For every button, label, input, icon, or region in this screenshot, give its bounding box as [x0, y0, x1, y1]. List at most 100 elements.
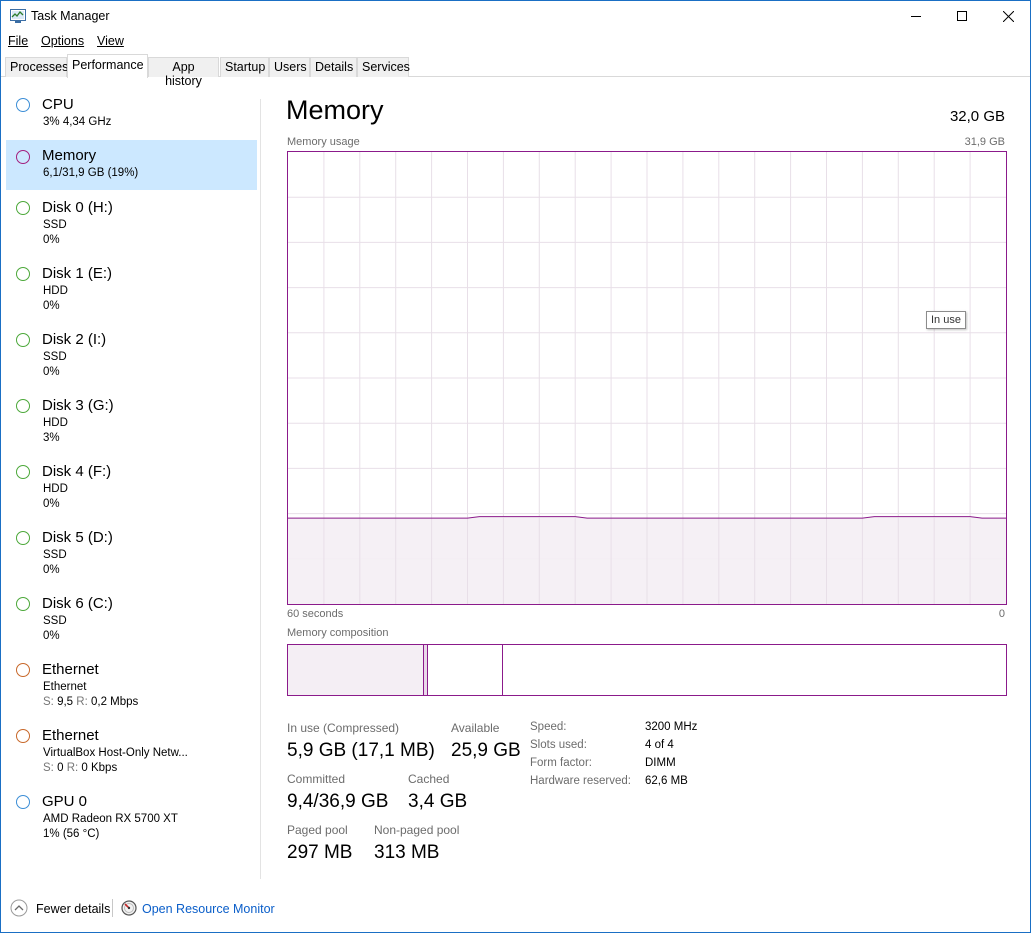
composition-label: Memory composition	[287, 627, 389, 639]
sidebar-item-usage: 0%	[43, 234, 60, 246]
tab-performance[interactable]: Performance	[67, 54, 148, 78]
speed-value: 3200 MHz	[645, 721, 698, 733]
menu-view[interactable]: View	[97, 34, 124, 48]
open-resource-monitor-link[interactable]: Open Resource Monitor	[142, 902, 275, 916]
menu-view-label: View	[97, 34, 124, 48]
page-title: Memory	[286, 95, 384, 125]
graph-axis-right: 0	[998, 608, 1005, 620]
graph-axis-left: 60 seconds	[287, 608, 344, 620]
sidebar-item-detail: 6,1/31,9 GB (19%)	[43, 167, 139, 179]
composition-in-use	[288, 645, 424, 695]
disk-indicator-icon	[16, 531, 30, 545]
hardware-reserved-label: Hardware reserved:	[530, 775, 631, 787]
maximize-button[interactable]	[939, 1, 985, 31]
tab-processes[interactable]: Processes	[5, 57, 68, 77]
sidebar-item-usage: 0%	[43, 498, 60, 510]
sidebar-item-title: Disk 3 (G:)	[42, 397, 114, 414]
paged-pool-value: 297 MB	[287, 842, 353, 863]
close-icon	[1002, 10, 1014, 22]
sidebar-item-usage: 0%	[43, 564, 60, 576]
sidebar-item-usage: 0%	[43, 300, 60, 312]
memory-usage-chart	[288, 152, 1006, 604]
send-value: 0	[57, 762, 64, 774]
sidebar-item-ethernet-2[interactable]: Ethernet VirtualBox Host-Only Netw... S:…	[6, 719, 257, 783]
sidebar-item-disk-2[interactable]: Disk 2 (I:) SSD 0%	[6, 323, 257, 387]
memory-usage-graph	[287, 151, 1007, 605]
tab-services[interactable]: Services	[357, 57, 410, 77]
sidebar-item-type: SSD	[43, 549, 67, 561]
sidebar-item-gpu-0[interactable]: GPU 0 AMD Radeon RX 5700 XT 1% (56 °C)	[6, 785, 257, 849]
sidebar-item-type: SSD	[43, 351, 67, 363]
usage-graph-max: 31,9 GB	[964, 136, 1005, 148]
in-use-label: In use (Compressed)	[287, 721, 400, 735]
fewer-details-label[interactable]: Fewer details	[36, 902, 110, 916]
performance-sidebar: CPU 3% 4,34 GHz Memory 6,1/31,9 GB (19%)…	[6, 89, 258, 879]
minimize-button[interactable]	[893, 1, 939, 31]
fewer-details-button[interactable]	[10, 899, 28, 917]
disk-indicator-icon	[16, 333, 30, 347]
window-title: Task Manager	[31, 9, 110, 23]
sidebar-item-disk-5[interactable]: Disk 5 (D:) SSD 0%	[6, 521, 257, 585]
task-manager-window: Task Manager File Options View Processes…	[0, 0, 1031, 933]
sidebar-item-disk-1[interactable]: Disk 1 (E:) HDD 0%	[6, 257, 257, 321]
footer-divider	[112, 899, 113, 917]
memory-indicator-icon	[16, 150, 30, 164]
sidebar-item-cpu[interactable]: CPU 3% 4,34 GHz	[6, 89, 257, 139]
tab-users[interactable]: Users	[269, 57, 310, 77]
sidebar-item-title: Disk 0 (H:)	[42, 199, 113, 216]
disk-indicator-icon	[16, 399, 30, 413]
sidebar-item-type: SSD	[43, 219, 67, 231]
slots-value: 4 of 4	[645, 739, 674, 751]
sidebar-item-title: CPU	[42, 96, 74, 113]
sidebar-item-disk-4[interactable]: Disk 4 (F:) HDD 0%	[6, 455, 257, 519]
speed-label: Speed:	[530, 721, 567, 733]
disk-indicator-icon	[16, 465, 30, 479]
menu-options[interactable]: Options	[41, 34, 84, 48]
sidebar-item-usage: 0%	[43, 366, 60, 378]
close-button[interactable]	[985, 1, 1031, 31]
resource-monitor-icon	[121, 900, 137, 919]
tab-startup[interactable]: Startup	[220, 57, 269, 77]
sidebar-item-detail: 3% 4,34 GHz	[43, 116, 112, 128]
send-value: 9,5	[57, 696, 74, 708]
in-use-tooltip: In use	[926, 311, 966, 329]
nonpaged-pool-label: Non-paged pool	[374, 823, 460, 837]
sidebar-divider	[260, 99, 261, 879]
sidebar-item-type: HDD	[43, 285, 68, 297]
cached-label: Cached	[408, 772, 450, 786]
sidebar-item-usage: 1% (56 °C)	[43, 828, 100, 840]
sidebar-item-title: Disk 6 (C:)	[42, 595, 113, 612]
committed-value: 9,4/36,9 GB	[287, 791, 389, 812]
sidebar-item-disk-0[interactable]: Disk 0 (H:) SSD 0%	[6, 191, 257, 255]
form-factor-label: Form factor:	[530, 757, 592, 769]
tab-app-history[interactable]: App history	[148, 57, 219, 88]
form-factor-value: DIMM	[645, 757, 676, 769]
sidebar-item-title: Ethernet	[42, 661, 99, 678]
sidebar-item-throughput: S: 9,5 R: 0,2 Mbps	[43, 696, 138, 708]
disk-indicator-icon	[16, 597, 30, 611]
composition-standby	[428, 645, 504, 695]
sidebar-item-disk-6[interactable]: Disk 6 (C:) SSD 0%	[6, 587, 257, 651]
sidebar-item-throughput: S: 0 R: 0 Kbps	[43, 762, 117, 774]
sidebar-item-usage: 3%	[43, 432, 60, 444]
sidebar-item-type: HDD	[43, 417, 68, 429]
sidebar-item-memory[interactable]: Memory 6,1/31,9 GB (19%)	[6, 140, 257, 190]
sidebar-item-title: Disk 5 (D:)	[42, 529, 113, 546]
sidebar-item-ethernet-1[interactable]: Ethernet Ethernet S: 9,5 R: 0,2 Mbps	[6, 653, 257, 717]
send-label: S:	[43, 696, 54, 708]
memory-composition-bar	[287, 644, 1007, 696]
receive-label: R:	[66, 762, 79, 774]
tab-details[interactable]: Details	[310, 57, 357, 77]
title-bar: Task Manager	[1, 1, 1030, 31]
hardware-reserved-value: 62,6 MB	[645, 775, 688, 787]
sidebar-item-title: GPU 0	[42, 793, 88, 810]
sidebar-item-title: Disk 2 (I:)	[42, 331, 107, 348]
sidebar-item-disk-3[interactable]: Disk 3 (G:) HDD 3%	[6, 389, 257, 453]
menu-file-label: File	[8, 34, 29, 48]
chevron-up-circle-icon	[10, 899, 28, 917]
cached-value: 3,4 GB	[408, 791, 468, 812]
sidebar-item-title: Disk 4 (F:)	[42, 463, 112, 480]
menu-file[interactable]: File	[8, 34, 28, 48]
sidebar-item-title: Memory	[42, 147, 97, 164]
maximize-icon	[957, 11, 967, 21]
